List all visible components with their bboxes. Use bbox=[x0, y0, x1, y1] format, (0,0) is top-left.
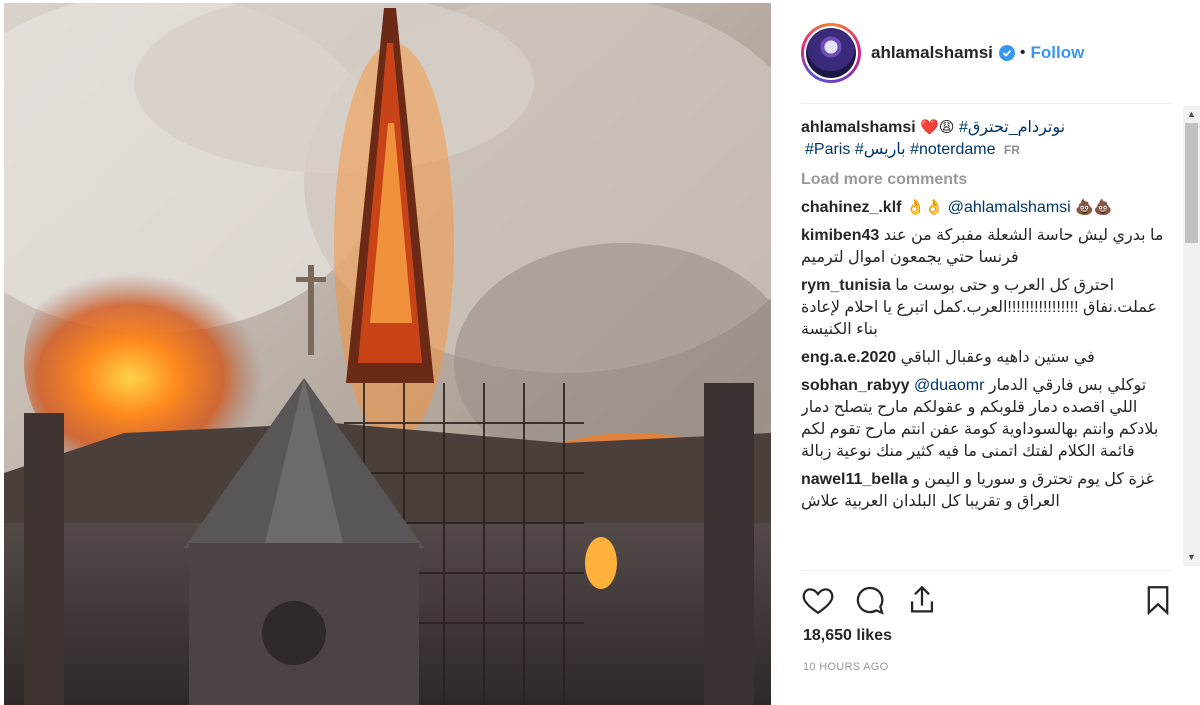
follow-button[interactable]: Follow bbox=[1031, 43, 1085, 63]
caption-emoji: ❤️😩 bbox=[920, 119, 955, 136]
translate-badge[interactable]: FR bbox=[1004, 143, 1020, 157]
separator-dot: • bbox=[1019, 44, 1026, 61]
action-bar bbox=[801, 583, 1171, 619]
comment-item: sobhan_rabyy @duaomr توكلي بس فارقي الدم… bbox=[801, 375, 1166, 463]
comment-icon[interactable] bbox=[853, 583, 887, 617]
hashtag-paris-ar[interactable]: #باريس bbox=[855, 141, 906, 158]
comment-item: nawel11_bella غزة كل يوم تحترق و سوريا و… bbox=[801, 469, 1166, 513]
avatar-image bbox=[806, 28, 856, 78]
scrollbar-thumb[interactable] bbox=[1185, 123, 1198, 243]
comment-username[interactable]: rym_tunisia bbox=[801, 277, 891, 294]
post-timestamp[interactable]: 10 HOURS AGO bbox=[803, 661, 889, 673]
comment-text: 💩💩 bbox=[1075, 199, 1113, 216]
heart-icon[interactable] bbox=[801, 583, 835, 617]
comments-scrollbar[interactable]: ▲ ▼ bbox=[1183, 106, 1200, 566]
caption: ahlamalshamsi ❤️😩 #نوتردام_تحترق #Paris … bbox=[801, 113, 1166, 161]
comment-item: kimiben43 ما بدري ليش حاسة الشعلة مفبركة… bbox=[801, 225, 1166, 269]
avatar[interactable] bbox=[801, 23, 861, 83]
comment-item: chahinez_.klf 👌👌 @ahlamalshamsi 💩💩 bbox=[801, 197, 1166, 219]
load-more-comments-button[interactable]: Load more comments bbox=[801, 169, 1166, 191]
verified-badge-icon bbox=[998, 45, 1015, 61]
comment-username[interactable]: chahinez_.klf bbox=[801, 199, 901, 216]
notre-dame-fire-photo bbox=[4, 3, 771, 705]
comment-username[interactable]: sobhan_rabyy bbox=[801, 377, 909, 394]
post-photo[interactable] bbox=[4, 3, 771, 705]
header-username[interactable]: ahlamalshamsi bbox=[871, 43, 993, 63]
comments-list: ahlamalshamsi ❤️😩 #نوتردام_تحترق #Paris … bbox=[801, 113, 1166, 565]
comment-username[interactable]: nawel11_bella bbox=[801, 471, 908, 488]
comment-item: eng.a.e.2020 في ستين داهيه وعقبال الباقي bbox=[801, 347, 1166, 369]
post-sidebar: ahlamalshamsi • Follow ahlamalshamsi ❤️😩… bbox=[777, 0, 1200, 705]
bookmark-icon[interactable] bbox=[1141, 583, 1175, 617]
actions-divider bbox=[801, 570, 1172, 571]
hashtag-noterdame[interactable]: #noterdame bbox=[910, 141, 995, 158]
hashtag-notredame-burning[interactable]: #نوتردام_تحترق bbox=[959, 119, 1065, 136]
comment-emoji: 👌👌 bbox=[905, 199, 944, 216]
header-divider bbox=[801, 103, 1172, 104]
comment-item: rym_tunisia احترق كل العرب و حتى بوست ما… bbox=[801, 275, 1166, 341]
share-icon[interactable] bbox=[905, 583, 939, 617]
comment-mention[interactable]: @duaomr bbox=[914, 377, 985, 394]
likes-count[interactable]: 18,650 likes bbox=[803, 627, 892, 645]
scroll-down-arrow-icon[interactable]: ▼ bbox=[1183, 549, 1200, 566]
comment-username[interactable]: eng.a.e.2020 bbox=[801, 349, 896, 366]
comment-username[interactable]: kimiben43 bbox=[801, 227, 879, 244]
scroll-up-arrow-icon[interactable]: ▲ bbox=[1183, 106, 1200, 123]
hashtag-paris-en[interactable]: #Paris bbox=[805, 141, 850, 158]
caption-username[interactable]: ahlamalshamsi bbox=[801, 119, 916, 136]
comment-mention[interactable]: @ahlamalshamsi bbox=[948, 199, 1071, 216]
comment-text: في ستين داهيه وعقبال الباقي bbox=[900, 349, 1095, 366]
post-header: ahlamalshamsi • Follow bbox=[801, 22, 1084, 84]
